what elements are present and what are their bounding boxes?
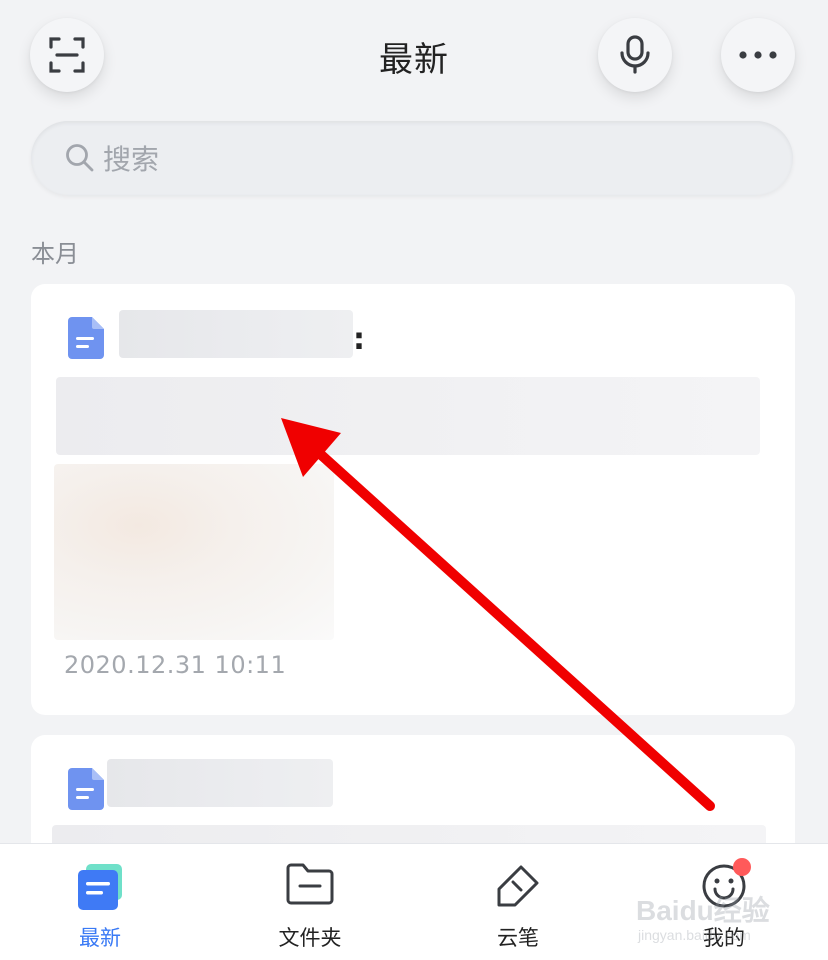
nav-item-pen[interactable]: 云笔	[478, 844, 558, 960]
page-title: 最新	[379, 40, 449, 80]
document-icon	[68, 317, 104, 359]
pen-icon	[497, 865, 539, 907]
nav-label: 云笔	[497, 926, 539, 950]
document-icon	[68, 768, 104, 810]
note-title-suffix: :	[353, 322, 365, 357]
microphone-icon	[620, 35, 650, 74]
document-stack-icon	[78, 864, 122, 910]
watermark-text: Baidu经验	[636, 894, 770, 926]
watermark-subtext: jingyan.baidu.com	[637, 927, 751, 943]
more-button[interactable]	[721, 18, 795, 92]
blurred-note-title	[107, 759, 333, 807]
blurred-note-title	[119, 310, 353, 358]
voice-button[interactable]	[598, 18, 672, 92]
notification-badge	[733, 858, 751, 876]
blurred-note-image	[54, 464, 334, 640]
note-timestamp: 2020.12.31 10:11	[64, 651, 287, 679]
nav-item-folder[interactable]: 文件夹	[268, 844, 352, 960]
search-icon	[66, 144, 94, 172]
folder-icon	[286, 863, 334, 905]
search-placeholder: 搜索	[103, 143, 160, 176]
section-header: 本月	[31, 240, 79, 268]
more-dots-icon	[739, 51, 777, 59]
note-card[interactable]: : 2020.12.31 10:11	[31, 284, 795, 715]
search-bar[interactable]: 搜索	[31, 121, 793, 195]
blurred-note-preview	[56, 377, 760, 455]
nav-label: 文件夹	[278, 926, 342, 950]
baidu-watermark: Baidu经验 jingyan.baidu.com	[636, 894, 770, 943]
nav-label: 最新	[79, 926, 121, 950]
nav-item-latest[interactable]: 最新	[60, 844, 140, 960]
